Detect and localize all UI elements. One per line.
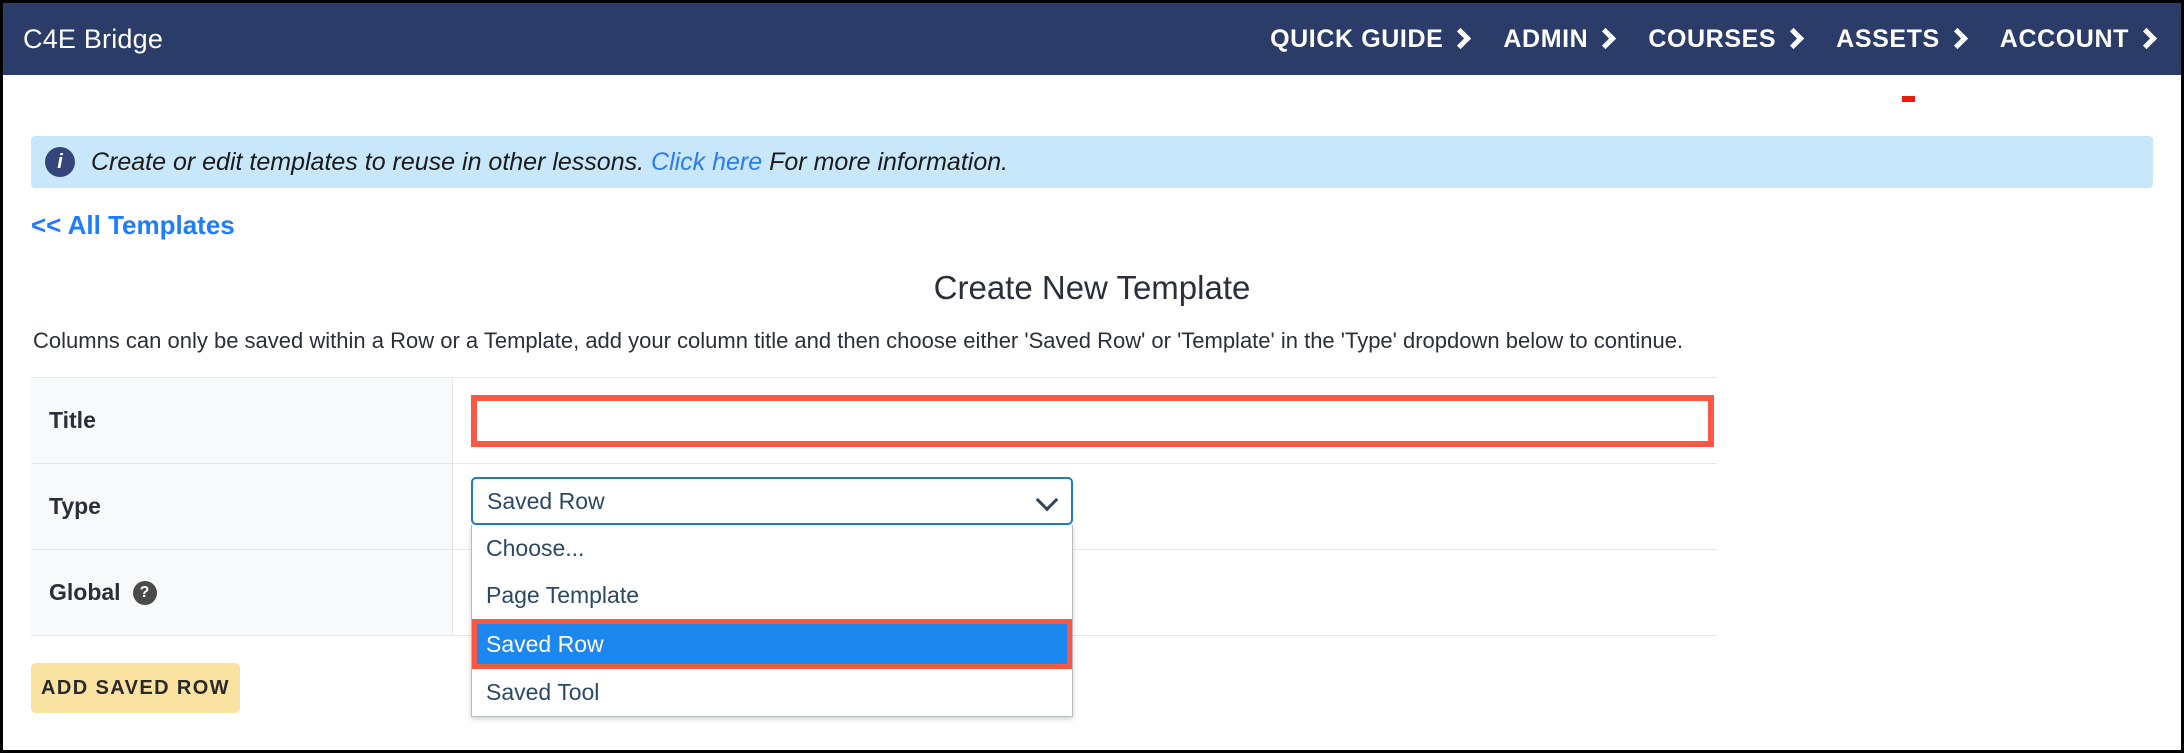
title-field-highlight	[471, 395, 1714, 447]
type-select[interactable]: Saved Row	[471, 477, 1073, 525]
nav-label-admin: ADMIN	[1503, 24, 1589, 53]
brand-title: C4E Bridge	[23, 23, 164, 54]
main-nav: QUICK GUIDE ADMIN COURSES ASSETS ACCOUNT	[1270, 25, 2153, 54]
nav-label-account: ACCOUNT	[1999, 24, 2129, 53]
type-select-dropdown: Choose... Page Template Saved Row Saved …	[471, 525, 1073, 717]
add-saved-row-button[interactable]: ADD SAVED ROW	[31, 663, 240, 713]
chevron-down-icon	[1037, 491, 1057, 511]
chevron-right-icon	[1949, 28, 1964, 50]
info-icon: i	[45, 147, 75, 177]
app-window: C4E Bridge QUICK GUIDE ADMIN COURSES ASS…	[0, 0, 2184, 753]
top-navigation-bar: C4E Bridge QUICK GUIDE ADMIN COURSES ASS…	[3, 3, 2181, 75]
nav-item-assets[interactable]: ASSETS	[1836, 25, 1964, 54]
dropdown-option-choose[interactable]: Choose...	[472, 525, 1072, 572]
type-select-value: Saved Row	[487, 487, 605, 514]
chevron-right-icon	[1785, 28, 1800, 50]
info-banner-text-before: Create or edit templates to reuse in oth…	[91, 147, 652, 176]
chevron-right-icon	[1597, 28, 1612, 50]
nav-label-assets: ASSETS	[1836, 24, 1940, 53]
form-label-global-text: Global	[49, 579, 121, 605]
dropdown-option-saved-tool[interactable]: Saved Tool	[472, 669, 1072, 716]
dropdown-option-saved-row[interactable]: Saved Row	[472, 619, 1072, 669]
page-description: Columns can only be saved within a Row o…	[33, 328, 1684, 353]
nav-item-quick-guide[interactable]: QUICK GUIDE	[1270, 25, 1467, 54]
info-banner: i Create or edit templates to reuse in o…	[31, 136, 2153, 188]
nav-item-account[interactable]: ACCOUNT	[2000, 25, 2153, 54]
nav-label-quick-guide: QUICK GUIDE	[1270, 24, 1444, 53]
info-banner-text-after: For more information.	[762, 147, 1009, 176]
info-banner-link[interactable]: Click here	[651, 148, 762, 176]
chevron-right-icon	[1452, 28, 1467, 50]
nav-item-courses[interactable]: COURSES	[1648, 25, 1800, 54]
form-label-global: Global ?	[31, 550, 453, 635]
title-input[interactable]	[477, 401, 1708, 441]
form-label-type: Type	[31, 464, 453, 549]
form-label-title: Title	[31, 378, 453, 463]
chevron-right-icon	[2138, 28, 2153, 50]
nav-item-admin[interactable]: ADMIN	[1503, 25, 1612, 54]
nav-label-courses: COURSES	[1648, 24, 1777, 53]
question-mark-icon[interactable]: ?	[132, 580, 157, 605]
page-title: Create New Template	[933, 269, 1251, 306]
info-banner-text: Create or edit templates to reuse in oth…	[91, 148, 1008, 177]
all-templates-back-link[interactable]: << All Templates	[31, 210, 235, 241]
dropdown-option-page-template[interactable]: Page Template	[472, 572, 1072, 619]
red-annotation-mark	[1902, 96, 1915, 102]
